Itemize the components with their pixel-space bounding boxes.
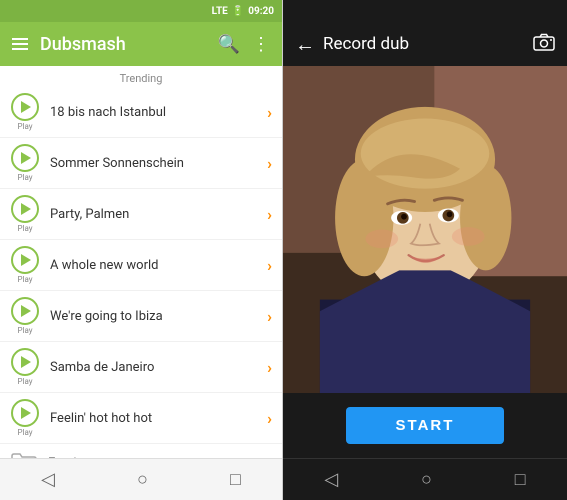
app-bar-right: ← Record dub xyxy=(283,22,567,66)
chevron-right-icon-4: › xyxy=(267,256,272,275)
play-button-4[interactable] xyxy=(11,246,39,274)
right-panel: ← Record dub xyxy=(283,0,567,500)
back-button-right[interactable]: ← xyxy=(295,32,315,57)
sound-item-1[interactable]: Play 18 bis nach Istanbul › xyxy=(0,87,282,138)
folder-item-1[interactable]: Exotic ‹ xyxy=(0,444,282,458)
sound-name-3: Party, Palmen xyxy=(50,207,267,222)
trending-label: Trending xyxy=(0,66,282,87)
back-nav-left[interactable]: ◁ xyxy=(25,463,71,496)
more-options-icon[interactable]: ⋮ xyxy=(252,34,270,55)
app-bar-left: Dubsmash 🔍 ⋮ xyxy=(0,22,282,66)
sound-item-5[interactable]: Play We're going to Ibiza › xyxy=(0,291,282,342)
sound-list: Play 18 bis nach Istanbul › Play Sommer … xyxy=(0,87,282,458)
home-nav-left[interactable]: ○ xyxy=(121,463,164,496)
bottom-nav-left: ◁ ○ □ xyxy=(0,458,282,500)
chevron-right-icon-3: › xyxy=(267,205,272,224)
sound-item-4[interactable]: Play A whole new world › xyxy=(0,240,282,291)
play-button-2[interactable] xyxy=(11,144,39,172)
battery-icon: 🔋 xyxy=(232,6,244,17)
play-button-5[interactable] xyxy=(11,297,39,325)
start-button-wrapper: START xyxy=(283,393,567,458)
signal-indicator: LTE xyxy=(212,6,228,17)
sound-item-2[interactable]: Play Sommer Sonnenschein › xyxy=(0,138,282,189)
chevron-right-icon-2: › xyxy=(267,154,272,173)
start-button[interactable]: START xyxy=(346,407,505,444)
app-title: Dubsmash xyxy=(40,34,206,55)
sound-name-2: Sommer Sonnenschein xyxy=(50,156,267,171)
chevron-right-icon-1: › xyxy=(267,103,272,122)
time-display: 09:20 xyxy=(248,6,274,17)
status-bar-right xyxy=(283,0,567,22)
search-icon[interactable]: 🔍 xyxy=(218,34,240,55)
status-bar-left: LTE 🔋 09:20 xyxy=(0,0,282,22)
play-label-2: Play xyxy=(17,173,32,182)
recents-nav-left[interactable]: □ xyxy=(214,463,257,496)
chevron-right-icon-6: › xyxy=(267,358,272,377)
menu-icon[interactable] xyxy=(12,38,28,50)
camera-preview xyxy=(283,66,567,393)
camera-icon[interactable] xyxy=(533,33,555,56)
sound-name-5: We're going to Ibiza xyxy=(50,309,267,324)
sound-item-7[interactable]: Play Feelin' hot hot hot › xyxy=(0,393,282,444)
bottom-nav-right: ◁ ○ □ xyxy=(283,458,567,500)
play-button-1[interactable] xyxy=(11,93,39,121)
play-label-7: Play xyxy=(17,428,32,437)
sound-name-6: Samba de Janeiro xyxy=(50,360,267,375)
play-label-6: Play xyxy=(17,377,32,386)
sound-item-6[interactable]: Play Samba de Janeiro › xyxy=(0,342,282,393)
sound-name-4: A whole new world xyxy=(50,258,267,273)
recents-nav-right[interactable]: □ xyxy=(499,463,542,496)
sound-name-7: Feelin' hot hot hot xyxy=(50,411,267,426)
play-label-1: Play xyxy=(17,122,32,131)
chevron-right-icon-5: › xyxy=(267,307,272,326)
sound-name-1: 18 bis nach Istanbul xyxy=(50,105,267,120)
play-button-6[interactable] xyxy=(11,348,39,376)
home-nav-right[interactable]: ○ xyxy=(405,463,448,496)
sound-item-3[interactable]: Play Party, Palmen › xyxy=(0,189,282,240)
record-dub-title: Record dub xyxy=(323,34,525,54)
play-button-3[interactable] xyxy=(11,195,39,223)
play-label-5: Play xyxy=(17,326,32,335)
left-panel: LTE 🔋 09:20 Dubsmash 🔍 ⋮ Trending Play 1… xyxy=(0,0,283,500)
back-nav-right[interactable]: ◁ xyxy=(308,463,354,496)
play-label-4: Play xyxy=(17,275,32,284)
play-button-7[interactable] xyxy=(11,399,39,427)
folder-icon-1 xyxy=(10,452,38,458)
chevron-right-icon-7: › xyxy=(267,409,272,428)
play-label-3: Play xyxy=(17,224,32,233)
